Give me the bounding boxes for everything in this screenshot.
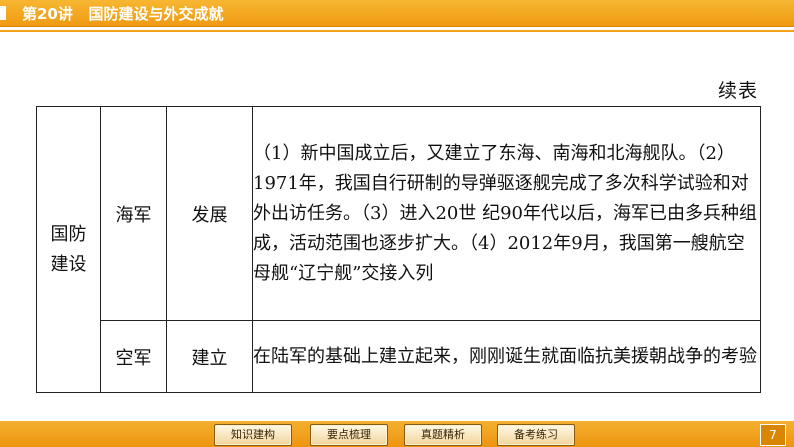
description-cell-navy: （1）新中国成立后，又建立了东海、南海和北海舰队。（2）1971年，我国自行研制… [252, 106, 761, 321]
branch-cell-navy: 海军 [100, 106, 167, 321]
aspect-cell-establishment: 建立 [166, 320, 253, 393]
content-table: 国防建设 海军 发展 （1）新中国成立后，又建立了东海、南海和北海舰队。（2）1… [36, 106, 761, 393]
nav-button-knowledge-structure[interactable]: 知识建构 [214, 424, 292, 446]
footer-bar [0, 421, 794, 447]
branch-cell-airforce: 空军 [100, 320, 167, 393]
header-bar: 第20讲 国防建设与外交成就 [0, 0, 794, 27]
continued-label: 续表 [717, 80, 758, 102]
nav-button-exam-analysis[interactable]: 真题精析 [404, 424, 482, 446]
description-cell-airforce: 在陆军的基础上建立起来，刚刚诞生就面临抗美援朝战争的考验 [252, 320, 761, 393]
category-cell: 国防建设 [36, 106, 101, 393]
header-accent [0, 6, 6, 20]
page-number: 7 [760, 424, 786, 446]
aspect-cell-development: 发展 [166, 106, 253, 321]
lesson-title: 第20讲 国防建设与外交成就 [22, 5, 224, 23]
table-row: 空军 建立 在陆军的基础上建立起来，刚刚诞生就面临抗美援朝战争的考验 [37, 320, 761, 393]
table-row: 国防建设 海军 发展 （1）新中国成立后，又建立了东海、南海和北海舰队。（2）1… [36, 106, 761, 393]
nav-button-exam-practice[interactable]: 备考练习 [497, 424, 575, 446]
header-divider [0, 30, 794, 32]
category-label: 国防建设 [50, 223, 87, 275]
nav-button-key-points[interactable]: 要点梳理 [310, 424, 388, 446]
